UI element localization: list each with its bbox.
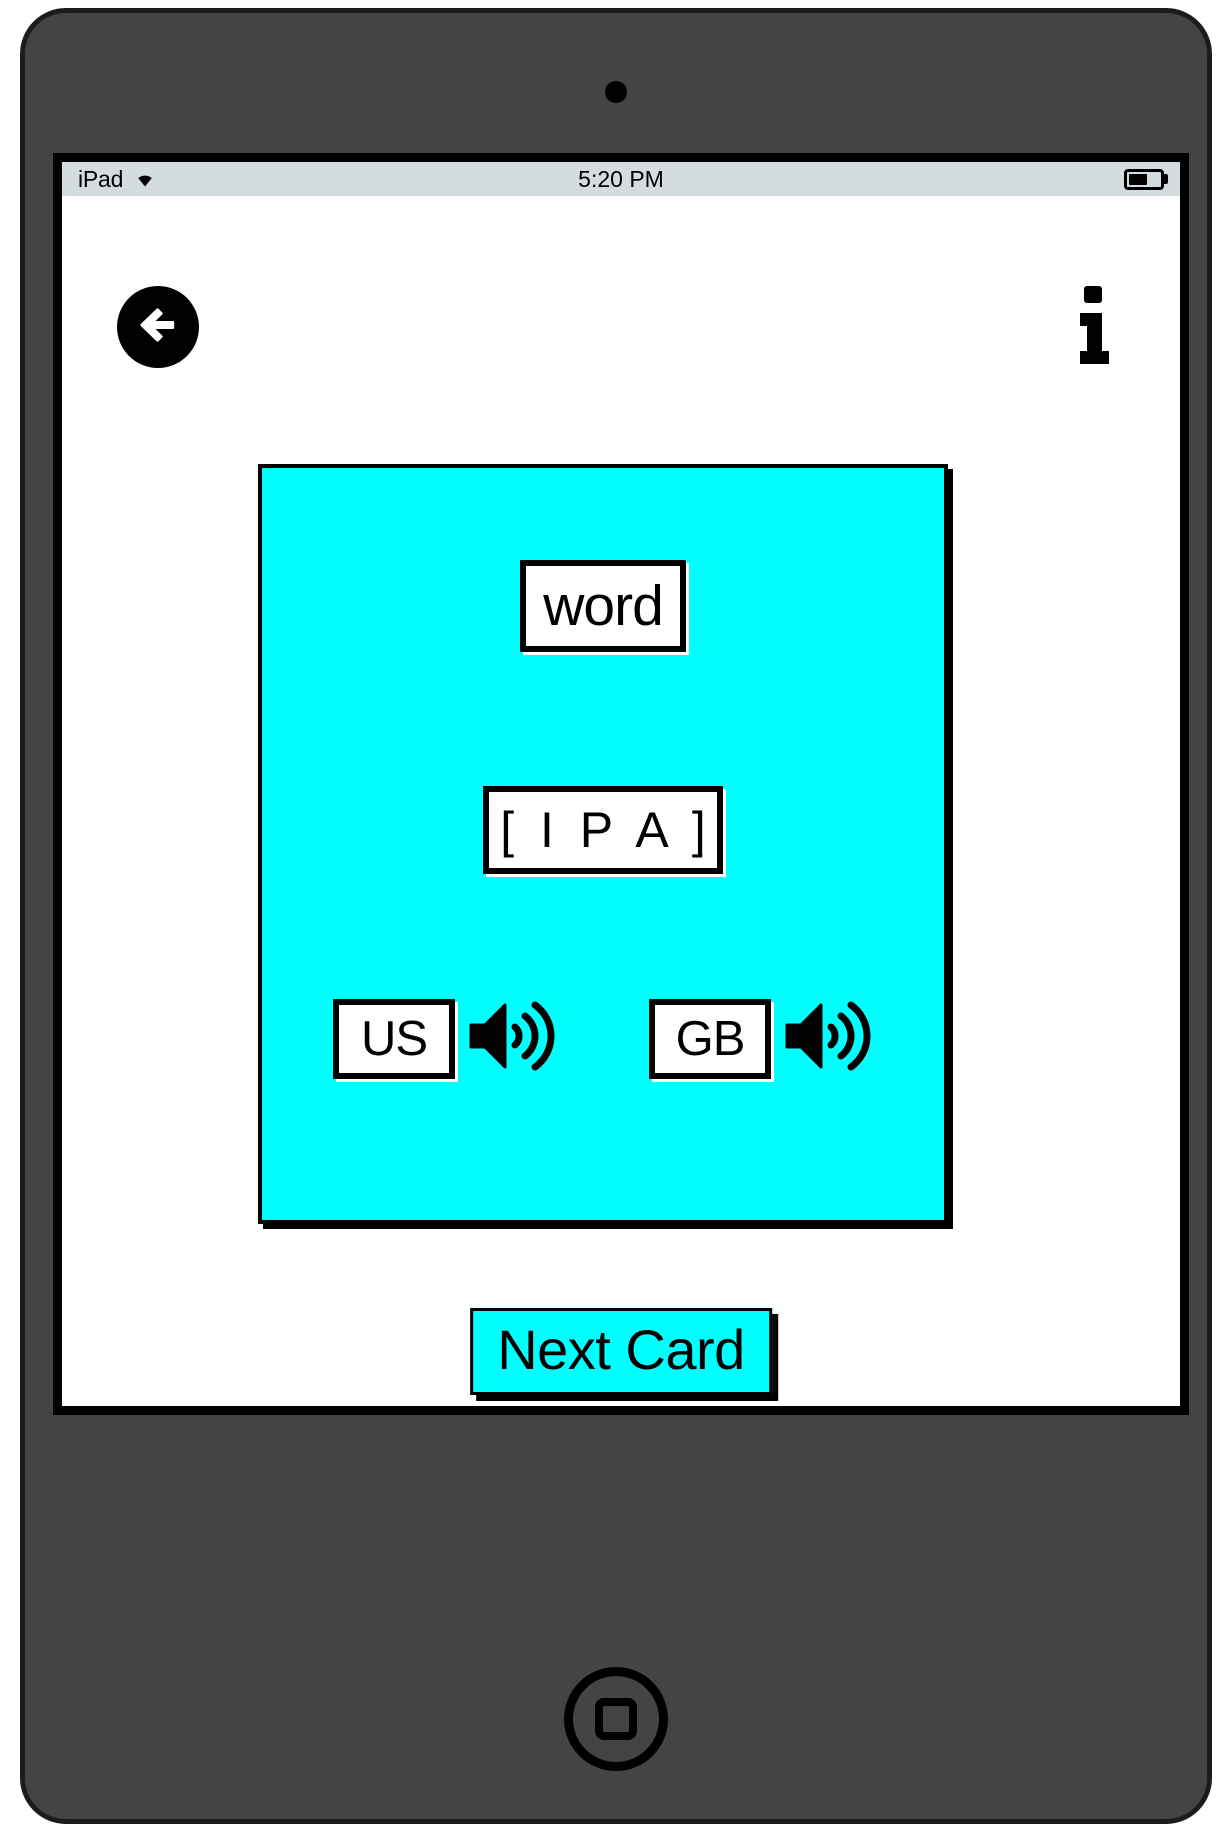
ipa-chip: [ I P A ] [483, 786, 723, 874]
status-bar-center: 5:20 PM [62, 162, 1180, 196]
locale-chip-us[interactable]: US [333, 998, 455, 1079]
ipa-text: [ I P A ] [500, 802, 712, 858]
ipad-device-frame: iPad 5:20 PM word [I P A] US GB Next C… [20, 8, 1212, 1824]
audio-gb[interactable]: GB [649, 996, 873, 1081]
status-time: 5:20 PM [578, 165, 664, 192]
locale-chip-gb[interactable]: GB [649, 998, 771, 1079]
next-card-label: Next Card [497, 1318, 745, 1381]
locale-label-gb: GB [675, 1011, 746, 1066]
screen: iPad 5:20 PM word [I P A] US GB Next C… [62, 162, 1180, 1406]
battery-fill [1129, 173, 1147, 185]
status-device-label: iPad [78, 165, 124, 192]
word-text: word [543, 574, 664, 638]
screen-bezel: iPad 5:20 PM word [I P A] US GB Next C… [53, 153, 1189, 1415]
flashcard[interactable]: word [ I P A ] US GB [258, 464, 948, 1224]
audio-us[interactable]: US [333, 996, 557, 1081]
wifi-icon [131, 166, 159, 193]
back-button[interactable] [117, 286, 199, 368]
word-chip: word [520, 560, 686, 652]
battery-icon [1124, 168, 1168, 190]
info-button[interactable] [1064, 278, 1120, 378]
status-bar: iPad 5:20 PM [62, 162, 1180, 196]
next-card-button[interactable]: Next Card [470, 1308, 772, 1395]
flashcard-app: word [ I P A ] US GB Next Card [62, 196, 1180, 1406]
speaker-icon[interactable] [781, 996, 873, 1081]
status-bar-right [1124, 168, 1168, 190]
arrow-left-icon [130, 297, 186, 358]
home-button[interactable] [564, 1667, 668, 1771]
audio-row: US GB [262, 996, 944, 1081]
speaker-icon[interactable] [465, 996, 557, 1081]
front-camera-dot [605, 81, 627, 103]
status-bar-left: iPad [78, 166, 159, 193]
locale-label-us: US [360, 1011, 428, 1066]
info-icon [1069, 280, 1115, 377]
